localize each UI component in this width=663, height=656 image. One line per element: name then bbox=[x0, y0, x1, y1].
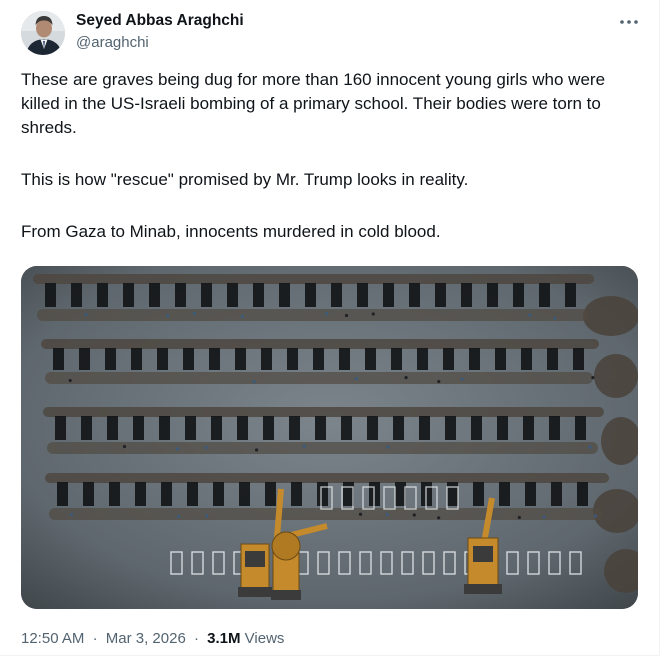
separator: · bbox=[193, 630, 199, 647]
tweet-paragraph: These are graves being dug for more than… bbox=[21, 70, 606, 137]
avatar-image bbox=[21, 11, 65, 55]
avatar[interactable] bbox=[21, 11, 65, 55]
tweet-date[interactable]: Mar 3, 2026 bbox=[106, 630, 186, 647]
author-name[interactable]: Seyed Abbas Araghchi bbox=[76, 12, 244, 30]
tweet-text: These are graves being dug for more than… bbox=[21, 68, 631, 244]
separator: · bbox=[92, 630, 98, 647]
more-horizontal-icon bbox=[620, 20, 638, 24]
views-count: 3.1M bbox=[207, 630, 241, 647]
tweet-paragraph: This is how "rescue" promised by Mr. Tru… bbox=[21, 170, 469, 189]
tweet-paragraph: From Gaza to Minab, innocents murdered i… bbox=[21, 222, 441, 241]
tweet-meta: 12:50 AM · Mar 3, 2026 · 3.1M Views bbox=[21, 630, 284, 647]
graves-aerial-photo bbox=[21, 266, 638, 609]
views-label: Views bbox=[244, 630, 285, 647]
more-options-button[interactable] bbox=[616, 12, 642, 32]
author-handle[interactable]: @araghchi bbox=[76, 34, 149, 51]
tweet-photo[interactable] bbox=[21, 266, 638, 609]
tweet-time[interactable]: 12:50 AM bbox=[21, 630, 84, 647]
tweet-card: Seyed Abbas Araghchi @araghchi These are… bbox=[0, 0, 660, 656]
